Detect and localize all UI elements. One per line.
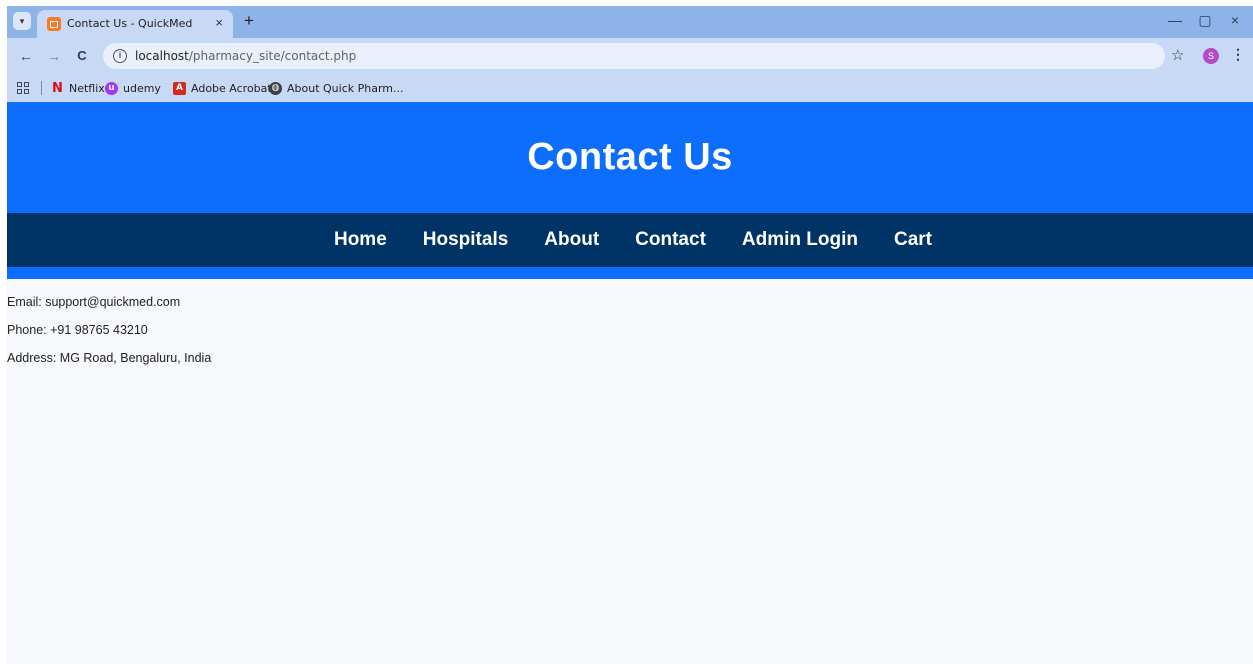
tab-search-icon[interactable]: ▾	[13, 12, 31, 30]
contact-address: Address: MG Road, Bengaluru, India	[7, 351, 212, 365]
acrobat-icon: A	[173, 81, 186, 95]
netflix-icon: N	[52, 80, 63, 96]
tab-close-icon[interactable]: ×	[215, 15, 223, 30]
new-tab-button[interactable]: +	[239, 10, 259, 32]
minimize-icon[interactable]: —	[1165, 12, 1185, 28]
bookmarks-divider	[41, 81, 42, 95]
reload-icon[interactable]: C	[73, 47, 91, 65]
bookmark-udemy[interactable]: u udemy	[105, 80, 161, 96]
contact-info: Email: support@quickmed.com Phone: +91 9…	[7, 279, 1253, 372]
url-path: /pharmacy_site/contact.php	[188, 49, 357, 63]
nav-contact-link[interactable]: Contact	[635, 229, 706, 251]
page-content: Contact Us Home Hospitals About Contact …	[7, 102, 1253, 664]
bookmarks-bar: N Netflix u udemy A Adobe Acrobat ◍ Abou…	[7, 74, 1253, 102]
url-text[interactable]: localhost/pharmacy_site/contact.php	[135, 49, 356, 63]
nav-admin-login-link[interactable]: Admin Login	[742, 229, 858, 251]
bookmark-label: About Quick Pharm...	[287, 81, 404, 95]
bookmark-label: Netflix	[69, 81, 105, 95]
back-icon[interactable]: ←	[17, 47, 35, 65]
nav-home-link[interactable]: Home	[334, 229, 387, 251]
url-host: localhost	[135, 49, 189, 63]
bookmark-about-quick-pharm[interactable]: ◍ About Quick Pharm...	[269, 80, 404, 96]
bookmark-netflix[interactable]: N Netflix	[51, 80, 105, 96]
apps-grid-icon[interactable]	[17, 82, 29, 94]
forward-icon[interactable]: →	[45, 47, 63, 65]
page-title: Contact Us	[527, 136, 733, 178]
bookmark-label: Adobe Acrobat	[191, 81, 272, 95]
browser-window: ▾ Contact Us - QuickMed × + — ▢ × ← → C …	[7, 6, 1253, 664]
nav-cart-link[interactable]: Cart	[894, 229, 932, 251]
tab-strip: ▾ Contact Us - QuickMed × + — ▢ ×	[7, 6, 1253, 38]
nav-about-link[interactable]: About	[544, 229, 599, 251]
bookmark-label: udemy	[123, 81, 161, 95]
page-header: Contact Us	[7, 102, 1253, 213]
restore-icon[interactable]: ▢	[1195, 12, 1215, 29]
site-info-icon[interactable]: i	[113, 49, 127, 63]
nav-hospitals-link[interactable]: Hospitals	[423, 229, 509, 251]
menu-kebab-icon[interactable]: ⋮	[1231, 46, 1245, 63]
browser-toolbar: ← → C i localhost/pharmacy_site/contact.…	[7, 38, 1253, 74]
nav-accent-strip	[7, 267, 1253, 279]
tab-contact-us[interactable]: Contact Us - QuickMed ×	[37, 10, 233, 38]
globe-icon: ◍	[269, 81, 282, 95]
contact-phone: Phone: +91 98765 43210	[7, 323, 148, 337]
xampp-favicon-icon	[47, 17, 61, 31]
main-navbar: Home Hospitals About Contact Admin Login…	[7, 213, 1253, 267]
contact-email: Email: support@quickmed.com	[7, 295, 181, 309]
profile-avatar[interactable]: S	[1203, 48, 1219, 64]
bookmark-star-icon[interactable]: ☆	[1171, 46, 1184, 64]
bookmark-adobe-acrobat[interactable]: A Adobe Acrobat	[173, 80, 272, 96]
udemy-icon: u	[105, 81, 118, 95]
tab-title: Contact Us - QuickMed	[67, 17, 193, 30]
window-close-icon[interactable]: ×	[1225, 12, 1245, 28]
address-bar[interactable]: i localhost/pharmacy_site/contact.php	[103, 43, 1165, 69]
